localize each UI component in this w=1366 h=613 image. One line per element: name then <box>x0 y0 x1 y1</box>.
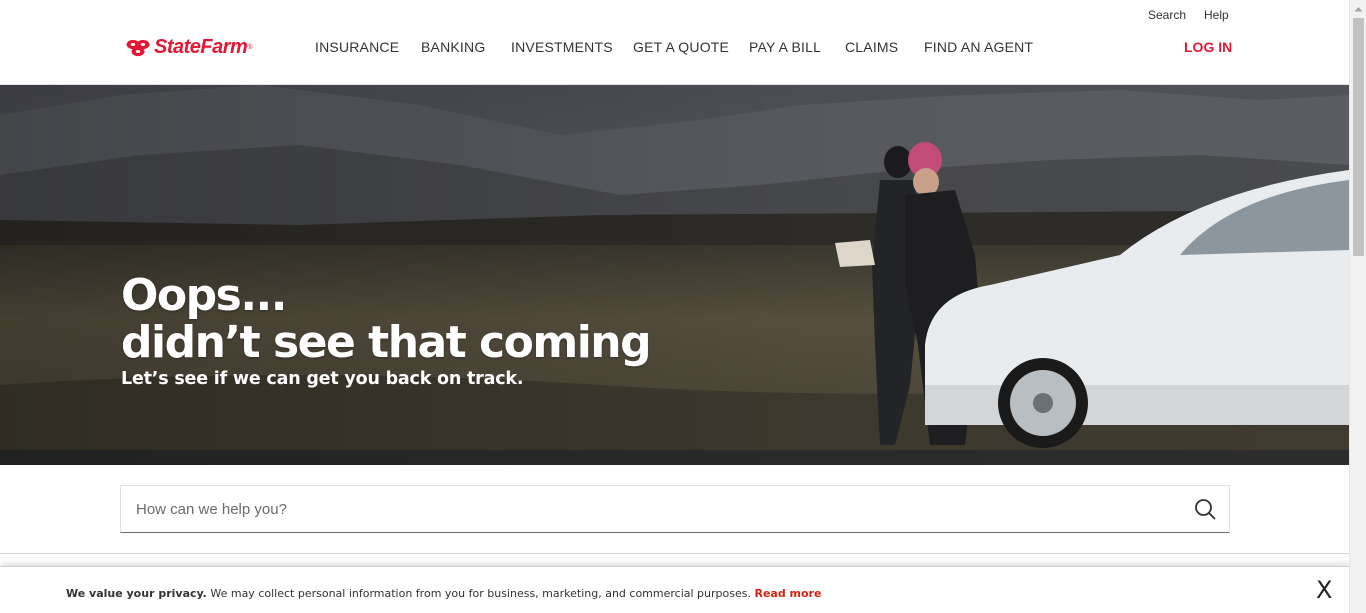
privacy-message: We value your privacy. We may collect pe… <box>66 587 821 600</box>
utility-search-link[interactable]: Search <box>1148 8 1186 22</box>
privacy-body: We may collect personal information from… <box>206 587 755 600</box>
nav-investments[interactable]: INVESTMENTS <box>511 39 613 55</box>
nav-banking[interactable]: BANKING <box>421 39 485 55</box>
scroll-up-arrow-icon[interactable] <box>1350 0 1366 17</box>
hero-title-line1: Oops... <box>121 270 287 321</box>
privacy-read-more-link[interactable]: Read more <box>754 587 821 600</box>
help-search-input[interactable] <box>121 486 1181 532</box>
brand-name: StateFarm <box>154 36 248 58</box>
scrollbar-thumb[interactable] <box>1353 18 1364 256</box>
section-divider <box>0 553 1349 554</box>
statefarm-logo[interactable]: StateFarm ® <box>125 36 252 59</box>
privacy-banner: We value your privacy. We may collect pe… <box>0 566 1349 613</box>
hero-title-line2: didn’t see that coming <box>121 317 652 368</box>
nav-insurance[interactable]: INSURANCE <box>315 39 399 55</box>
nav-pay-a-bill[interactable]: PAY A BILL <box>749 39 821 55</box>
nav-find-an-agent[interactable]: FIND AN AGENT <box>924 39 1033 55</box>
login-link[interactable]: LOG IN <box>1184 39 1232 55</box>
three-ovals-logo-icon <box>126 39 150 56</box>
nav-get-a-quote[interactable]: GET A QUOTE <box>633 39 729 55</box>
trademark-symbol: ® <box>247 44 253 51</box>
search-icon <box>1195 499 1216 520</box>
utility-help-link[interactable]: Help <box>1204 8 1229 22</box>
site-header: Search Help StateFarm ® INSURANCE BANKIN… <box>0 0 1349 85</box>
privacy-close-button[interactable]: X <box>1316 576 1332 604</box>
nav-claims[interactable]: CLAIMS <box>845 39 898 55</box>
privacy-heading: We value your privacy. <box>66 587 207 600</box>
search-button[interactable] <box>1181 486 1229 532</box>
hero-banner: Oops... didn’t see that coming Let’s see… <box>0 85 1349 465</box>
help-search-box <box>120 485 1230 533</box>
hero-subtitle: Let’s see if we can get you back on trac… <box>121 369 524 389</box>
page-scrollbar[interactable] <box>1349 0 1366 613</box>
